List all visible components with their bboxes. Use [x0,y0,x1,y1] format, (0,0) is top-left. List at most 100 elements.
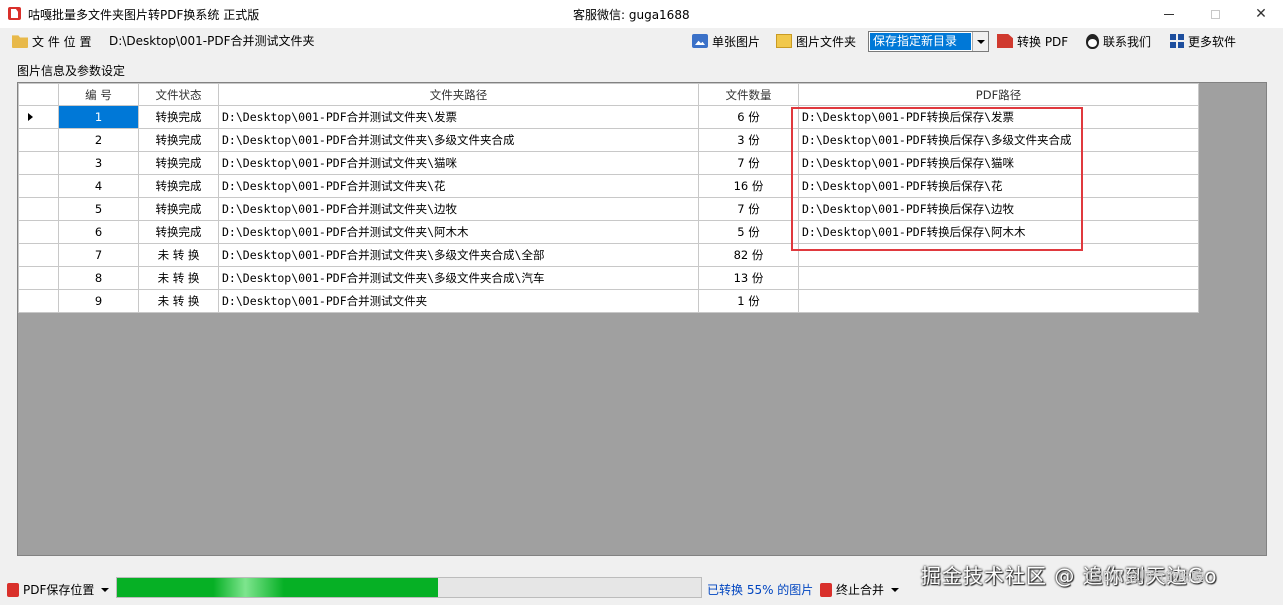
chevron-down-icon[interactable] [972,32,988,51]
row-header[interactable] [18,220,59,244]
cell-folder-path[interactable]: D:\Desktop\001-PDF合并测试文件夹\多级文件夹合成\汽车 [218,266,699,290]
progress-fill [117,578,439,597]
image-folder-button[interactable]: 图片文件夹 [776,31,856,51]
cell-folder-path[interactable]: D:\Desktop\001-PDF合并测试文件夹 [218,289,699,313]
cell-pdf-path[interactable] [798,243,1199,267]
cell-status[interactable]: 转换完成 [138,220,219,244]
data-grid-area: 编 号 文件状态 文件夹路径 文件数量 PDF路径 1 转换完成 D:\Desk… [17,82,1267,556]
more-software-button[interactable]: 更多软件 [1170,31,1236,51]
maximize-button[interactable] [1192,0,1238,28]
chevron-down-icon [101,587,110,592]
row-header[interactable] [18,197,59,221]
cell-folder-path[interactable]: D:\Desktop\001-PDF合并测试文件夹\多级文件夹合成\全部 [218,243,699,267]
cell-id[interactable]: 6 [58,220,139,244]
cell-id[interactable]: 3 [58,151,139,175]
apps-grid-icon [1170,34,1184,48]
stop-merge-button[interactable]: 终止合并 [820,581,900,598]
cell-pdf-path[interactable] [798,289,1199,313]
image-icon [692,34,708,48]
cell-id[interactable]: 4 [58,174,139,198]
row-header[interactable] [18,289,59,313]
table-row[interactable]: 6 转换完成 D:\Desktop\001-PDF合并测试文件夹\阿木木 5 份… [18,220,1199,244]
pdf-icon [7,582,19,597]
cell-pdf-path[interactable]: D:\Desktop\001-PDF转换后保存\花 [798,174,1199,198]
cell-file-count[interactable]: 6 份 [698,105,799,129]
table-row[interactable]: 2 转换完成 D:\Desktop\001-PDF合并测试文件夹\多级文件夹合成… [18,128,1199,152]
stop-icon [820,582,832,597]
cell-pdf-path[interactable]: D:\Desktop\001-PDF转换后保存\阿木木 [798,220,1199,244]
cell-pdf-path[interactable] [798,266,1199,290]
cell-file-count[interactable]: 82 份 [698,243,799,267]
table-row[interactable]: 3 转换完成 D:\Desktop\001-PDF合并测试文件夹\猫咪 7 份 … [18,151,1199,175]
cell-file-count[interactable]: 3 份 [698,128,799,152]
cell-file-count[interactable]: 1 份 [698,289,799,313]
cell-id[interactable]: 9 [58,289,139,313]
close-button[interactable]: ✕ [1238,0,1283,28]
save-mode-select[interactable]: 保存指定新目录 [868,31,989,52]
cell-status[interactable]: 未 转 换 [138,266,219,290]
cell-pdf-path[interactable]: D:\Desktop\001-PDF转换后保存\发票 [798,105,1199,129]
table-row[interactable]: 8 未 转 换 D:\Desktop\001-PDF合并测试文件夹\多级文件夹合… [18,266,1199,290]
cell-pdf-path[interactable]: D:\Desktop\001-PDF转换后保存\边牧 [798,197,1199,221]
minimize-icon [1164,13,1174,15]
table-row[interactable]: 9 未 转 换 D:\Desktop\001-PDF合并测试文件夹 1 份 [18,289,1199,313]
cell-id[interactable]: 8 [58,266,139,290]
contact-us-button[interactable]: 联系我们 [1086,31,1151,51]
stop-merge-label: 终止合并 [836,583,885,597]
maximize-icon [1210,9,1220,19]
cell-status[interactable]: 转换完成 [138,197,219,221]
table-row[interactable]: 1 转换完成 D:\Desktop\001-PDF合并测试文件夹\发票 6 份 … [18,105,1199,129]
cell-status[interactable]: 转换完成 [138,128,219,152]
column-header-folder-path[interactable]: 文件夹路径 [218,83,699,106]
cell-status[interactable]: 未 转 换 [138,289,219,313]
table-row[interactable]: 7 未 转 换 D:\Desktop\001-PDF合并测试文件夹\多级文件夹合… [18,243,1199,267]
cell-file-count[interactable]: 5 份 [698,220,799,244]
folder-path-field[interactable]: D:\Desktop\001-PDF合并测试文件夹 [105,31,683,51]
row-header[interactable] [18,243,59,267]
table-row[interactable]: 4 转换完成 D:\Desktop\001-PDF合并测试文件夹\花 16 份 … [18,174,1199,198]
single-image-label: 单张图片 [712,34,761,49]
cell-file-count[interactable]: 13 份 [698,266,799,290]
convert-pdf-button[interactable]: 转换 PDF [997,31,1068,51]
column-header-status[interactable]: 文件状态 [138,83,219,106]
cell-folder-path[interactable]: D:\Desktop\001-PDF合并测试文件夹\阿木木 [218,220,699,244]
cell-id[interactable]: 1 [58,105,139,129]
cell-folder-path[interactable]: D:\Desktop\001-PDF合并测试文件夹\猫咪 [218,151,699,175]
column-header-file-count[interactable]: 文件数量 [698,83,799,106]
cell-id[interactable]: 5 [58,197,139,221]
cell-status[interactable]: 转换完成 [138,105,219,129]
single-image-button[interactable]: 单张图片 [692,31,760,51]
cell-pdf-path[interactable]: D:\Desktop\001-PDF转换后保存\猫咪 [798,151,1199,175]
more-software-label: 更多软件 [1188,34,1237,49]
cell-folder-path[interactable]: D:\Desktop\001-PDF合并测试文件夹\花 [218,174,699,198]
column-header-id[interactable]: 编 号 [58,83,139,106]
cell-folder-path[interactable]: D:\Desktop\001-PDF合并测试文件夹\多级文件夹合成 [218,128,699,152]
close-icon: ✕ [1255,6,1267,22]
pdf-app-icon [8,7,21,20]
cell-file-count[interactable]: 7 份 [698,151,799,175]
row-header[interactable] [18,128,59,152]
cell-file-count[interactable]: 16 份 [698,174,799,198]
current-row-arrow-icon [28,113,33,121]
pdf-save-location-dropdown[interactable]: PDF保存位置 [7,581,110,598]
column-header-pdf-path[interactable]: PDF路径 [798,83,1199,106]
cell-id[interactable]: 2 [58,128,139,152]
contact-us-label: 联系我们 [1103,34,1152,49]
cell-pdf-path[interactable]: D:\Desktop\001-PDF转换后保存\多级文件夹合成 [798,128,1199,152]
minimize-button[interactable] [1146,0,1192,28]
cell-id[interactable]: 7 [58,243,139,267]
cell-status[interactable]: 未 转 换 [138,243,219,267]
cell-folder-path[interactable]: D:\Desktop\001-PDF合并测试文件夹\发票 [218,105,699,129]
qq-icon [1086,33,1099,49]
convert-pdf-label: 转换 PDF [1017,34,1069,49]
file-location-button[interactable]: 文 件 位 置 [12,31,91,51]
cell-status[interactable]: 转换完成 [138,174,219,198]
row-header[interactable] [18,105,59,129]
row-header[interactable] [18,266,59,290]
cell-folder-path[interactable]: D:\Desktop\001-PDF合并测试文件夹\边牧 [218,197,699,221]
cell-status[interactable]: 转换完成 [138,151,219,175]
row-header[interactable] [18,174,59,198]
table-row[interactable]: 5 转换完成 D:\Desktop\001-PDF合并测试文件夹\边牧 7 份 … [18,197,1199,221]
row-header[interactable] [18,151,59,175]
cell-file-count[interactable]: 7 份 [698,197,799,221]
